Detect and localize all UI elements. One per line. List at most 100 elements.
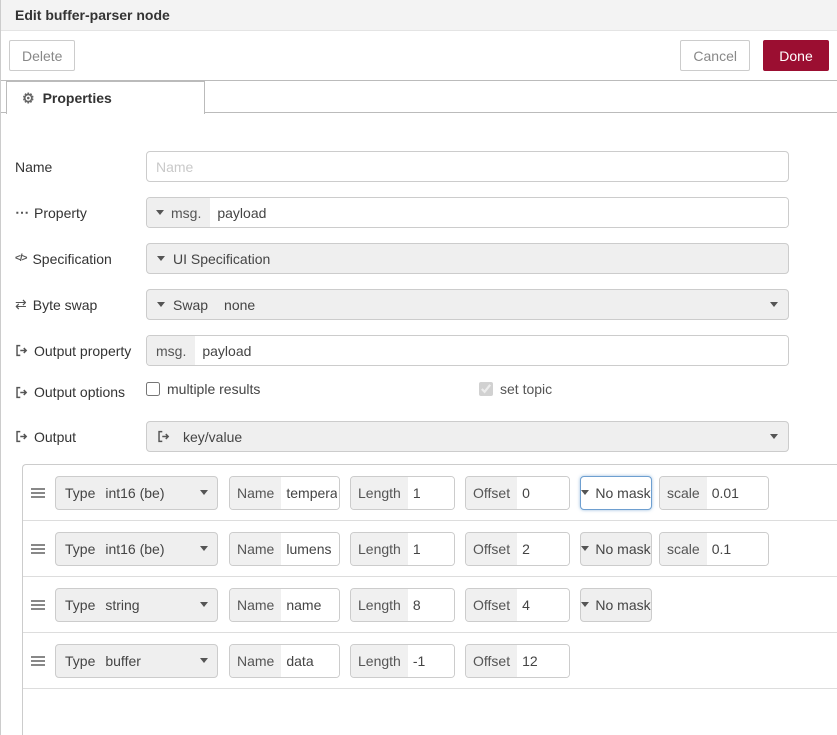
multiple-results-option: multiple results bbox=[146, 381, 260, 397]
item-name-input[interactable] bbox=[281, 476, 339, 509]
caret-down-icon bbox=[581, 546, 590, 551]
item-type-select[interactable]: Type int16 (be) bbox=[55, 475, 218, 510]
item-mask-select[interactable]: No mask bbox=[580, 475, 652, 510]
sign-out-icon bbox=[16, 430, 28, 443]
byteswap-label: ⇄ Byte swap bbox=[15, 296, 98, 313]
item-offset-field: Offset bbox=[465, 531, 570, 566]
properties-form: Name ⋯ Property msg. </> Specification bbox=[1, 113, 837, 452]
drag-handle-icon[interactable] bbox=[31, 487, 45, 490]
output-options-label: Output options bbox=[15, 384, 146, 400]
item-offset-input[interactable] bbox=[517, 644, 569, 677]
output-row: Output key/value bbox=[15, 421, 837, 452]
item-name-input[interactable] bbox=[281, 588, 339, 621]
property-row: ⋯ Property msg. bbox=[15, 197, 837, 228]
gear-icon: ⚙ bbox=[22, 90, 35, 106]
caret-down-icon bbox=[156, 210, 164, 215]
list-item: Type int16 (be) Name Length Offset No ma… bbox=[23, 521, 837, 577]
ellipsis-icon: ⋯ bbox=[15, 204, 29, 220]
item-scale-input[interactable] bbox=[706, 532, 768, 565]
item-offset-field: Offset bbox=[465, 587, 570, 622]
toolbar-right-group: Cancel Done bbox=[680, 40, 829, 71]
name-row: Name bbox=[15, 151, 837, 182]
property-input[interactable] bbox=[210, 198, 788, 227]
item-scale-input[interactable] bbox=[706, 476, 768, 509]
cancel-button[interactable]: Cancel bbox=[680, 40, 750, 71]
output-property-input[interactable] bbox=[195, 336, 788, 365]
item-mask-select[interactable]: No mask bbox=[580, 531, 652, 566]
list-item: Type string Name Length Offset No mask bbox=[23, 577, 837, 633]
output-property-prefix: msg. bbox=[147, 336, 196, 365]
list-item: Type buffer Name Length Offset bbox=[23, 633, 837, 689]
drag-handle-icon[interactable] bbox=[31, 599, 45, 602]
item-offset-input[interactable] bbox=[517, 476, 569, 509]
item-length-input[interactable] bbox=[407, 644, 454, 677]
property-typedinput: msg. bbox=[146, 197, 789, 228]
output-select[interactable]: key/value bbox=[146, 421, 789, 452]
item-name-field: Name bbox=[229, 643, 340, 678]
tab-bar: ⚙ Properties bbox=[1, 81, 837, 114]
swap-icon: ⇄ bbox=[15, 296, 27, 312]
item-mask-select[interactable]: No mask bbox=[580, 587, 652, 622]
multiple-results-checkbox[interactable] bbox=[146, 382, 160, 396]
list-item: Type int16 (be) Name Length Offset No ma… bbox=[23, 465, 837, 521]
item-offset-input[interactable] bbox=[517, 532, 569, 565]
caret-down-icon bbox=[200, 602, 208, 607]
property-type-button[interactable]: msg. bbox=[147, 198, 211, 227]
output-property-label: Output property bbox=[15, 343, 146, 359]
property-label: ⋯ Property bbox=[15, 204, 87, 221]
item-length-field: Length bbox=[350, 531, 455, 566]
tab-label: Properties bbox=[42, 90, 112, 106]
output-label: Output bbox=[15, 429, 146, 445]
dialog-header: Edit buffer-parser node bbox=[1, 0, 837, 31]
dialog-toolbar: Delete Cancel Done bbox=[1, 31, 837, 81]
sign-out-icon bbox=[16, 344, 28, 357]
byteswap-select[interactable]: Swap none bbox=[146, 289, 789, 320]
set-topic-checkbox bbox=[479, 382, 493, 396]
drag-handle-icon[interactable] bbox=[31, 543, 45, 546]
item-length-field: Length bbox=[350, 643, 455, 678]
code-icon: </> bbox=[15, 253, 28, 264]
caret-down-icon bbox=[581, 490, 590, 495]
item-offset-field: Offset bbox=[465, 643, 570, 678]
dialog-title: Edit buffer-parser node bbox=[15, 7, 170, 23]
sign-out-icon bbox=[158, 430, 170, 443]
item-type-select[interactable]: Type buffer bbox=[55, 643, 218, 678]
caret-down-icon bbox=[157, 256, 165, 261]
caret-down-icon bbox=[770, 302, 778, 307]
tab-properties[interactable]: ⚙ Properties bbox=[6, 81, 205, 114]
item-name-field: Name bbox=[229, 531, 340, 566]
byteswap-row: ⇄ Byte swap Swap none bbox=[15, 289, 837, 320]
item-length-input[interactable] bbox=[407, 588, 454, 621]
item-type-select[interactable]: Type int16 (be) bbox=[55, 531, 218, 566]
item-name-input[interactable] bbox=[281, 644, 339, 677]
caret-down-icon bbox=[200, 658, 208, 663]
name-input[interactable] bbox=[146, 151, 789, 182]
item-offset-field: Offset bbox=[465, 475, 570, 510]
name-label: Name bbox=[15, 158, 53, 175]
specification-select[interactable]: UI Specification bbox=[146, 243, 789, 274]
caret-down-icon bbox=[770, 434, 778, 439]
item-scale-field: scale bbox=[659, 475, 769, 510]
output-property-row: Output property msg. bbox=[15, 335, 837, 366]
done-button[interactable]: Done bbox=[763, 40, 829, 71]
specification-label: </> Specification bbox=[15, 250, 112, 267]
caret-down-icon bbox=[581, 602, 590, 607]
item-name-field: Name bbox=[229, 587, 340, 622]
item-length-input[interactable] bbox=[407, 476, 454, 509]
item-type-select[interactable]: Type string bbox=[55, 587, 218, 622]
edit-node-dialog: Edit buffer-parser node Delete Cancel Do… bbox=[0, 0, 837, 735]
sign-out-icon bbox=[16, 386, 28, 398]
caret-down-icon bbox=[157, 302, 165, 307]
item-length-input[interactable] bbox=[407, 532, 454, 565]
item-name-input[interactable] bbox=[281, 532, 339, 565]
drag-handle-icon[interactable] bbox=[31, 655, 45, 658]
parse-items-list: Type int16 (be) Name Length Offset No ma… bbox=[22, 464, 837, 735]
item-length-field: Length bbox=[350, 587, 455, 622]
item-scale-field: scale bbox=[659, 531, 769, 566]
caret-down-icon bbox=[200, 546, 208, 551]
item-name-field: Name bbox=[229, 475, 340, 510]
item-length-field: Length bbox=[350, 475, 455, 510]
caret-down-icon bbox=[200, 490, 208, 495]
item-offset-input[interactable] bbox=[517, 588, 569, 621]
delete-button[interactable]: Delete bbox=[9, 40, 76, 71]
